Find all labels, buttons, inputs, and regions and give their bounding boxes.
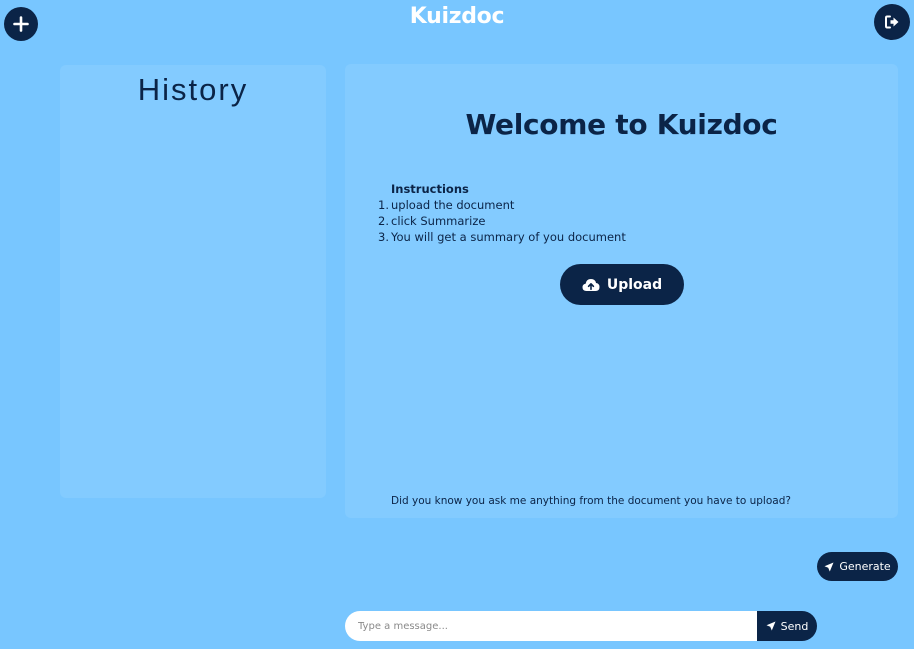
send-arrow-icon [766, 621, 776, 631]
step-number: 1. [378, 198, 389, 212]
send-label: Send [780, 619, 809, 633]
generate-label: Generate [839, 560, 891, 573]
send-arrow-icon [824, 562, 834, 571]
main-panel: Welcome to Kuizdoc Instructions 1. uploa… [345, 64, 898, 518]
upload-button[interactable]: Upload [560, 264, 684, 305]
upload-label: Upload [606, 276, 663, 293]
generate-button[interactable]: Generate [817, 552, 898, 581]
step-text: upload the document [391, 198, 515, 212]
chat-bar: Send [345, 611, 817, 641]
app-title: Kuizdoc [409, 4, 505, 29]
instructions-list: 1. upload the document 2. click Summariz… [378, 197, 626, 245]
step-number: 2. [378, 214, 389, 228]
history-title: History [137, 72, 249, 107]
send-button[interactable]: Send [757, 611, 817, 641]
logout-button[interactable] [874, 4, 910, 40]
tip-text: Did you know you ask me anything from th… [391, 495, 791, 507]
message-input[interactable] [345, 611, 757, 641]
cloud-upload-icon [582, 278, 600, 291]
logout-icon [885, 15, 899, 29]
step-text: click Summarize [391, 214, 486, 228]
instruction-step: 1. upload the document [378, 197, 626, 213]
welcome-heading: Welcome to Kuizdoc [465, 108, 778, 141]
step-text: You will get a summary of you document [391, 230, 626, 244]
instruction-step: 3. You will get a summary of you documen… [378, 229, 626, 245]
instructions-title: Instructions [391, 182, 469, 196]
history-panel: History [60, 65, 326, 498]
instruction-step: 2. click Summarize [378, 213, 626, 229]
step-number: 3. [378, 230, 389, 244]
instructions: Instructions 1. upload the document 2. c… [378, 181, 626, 245]
